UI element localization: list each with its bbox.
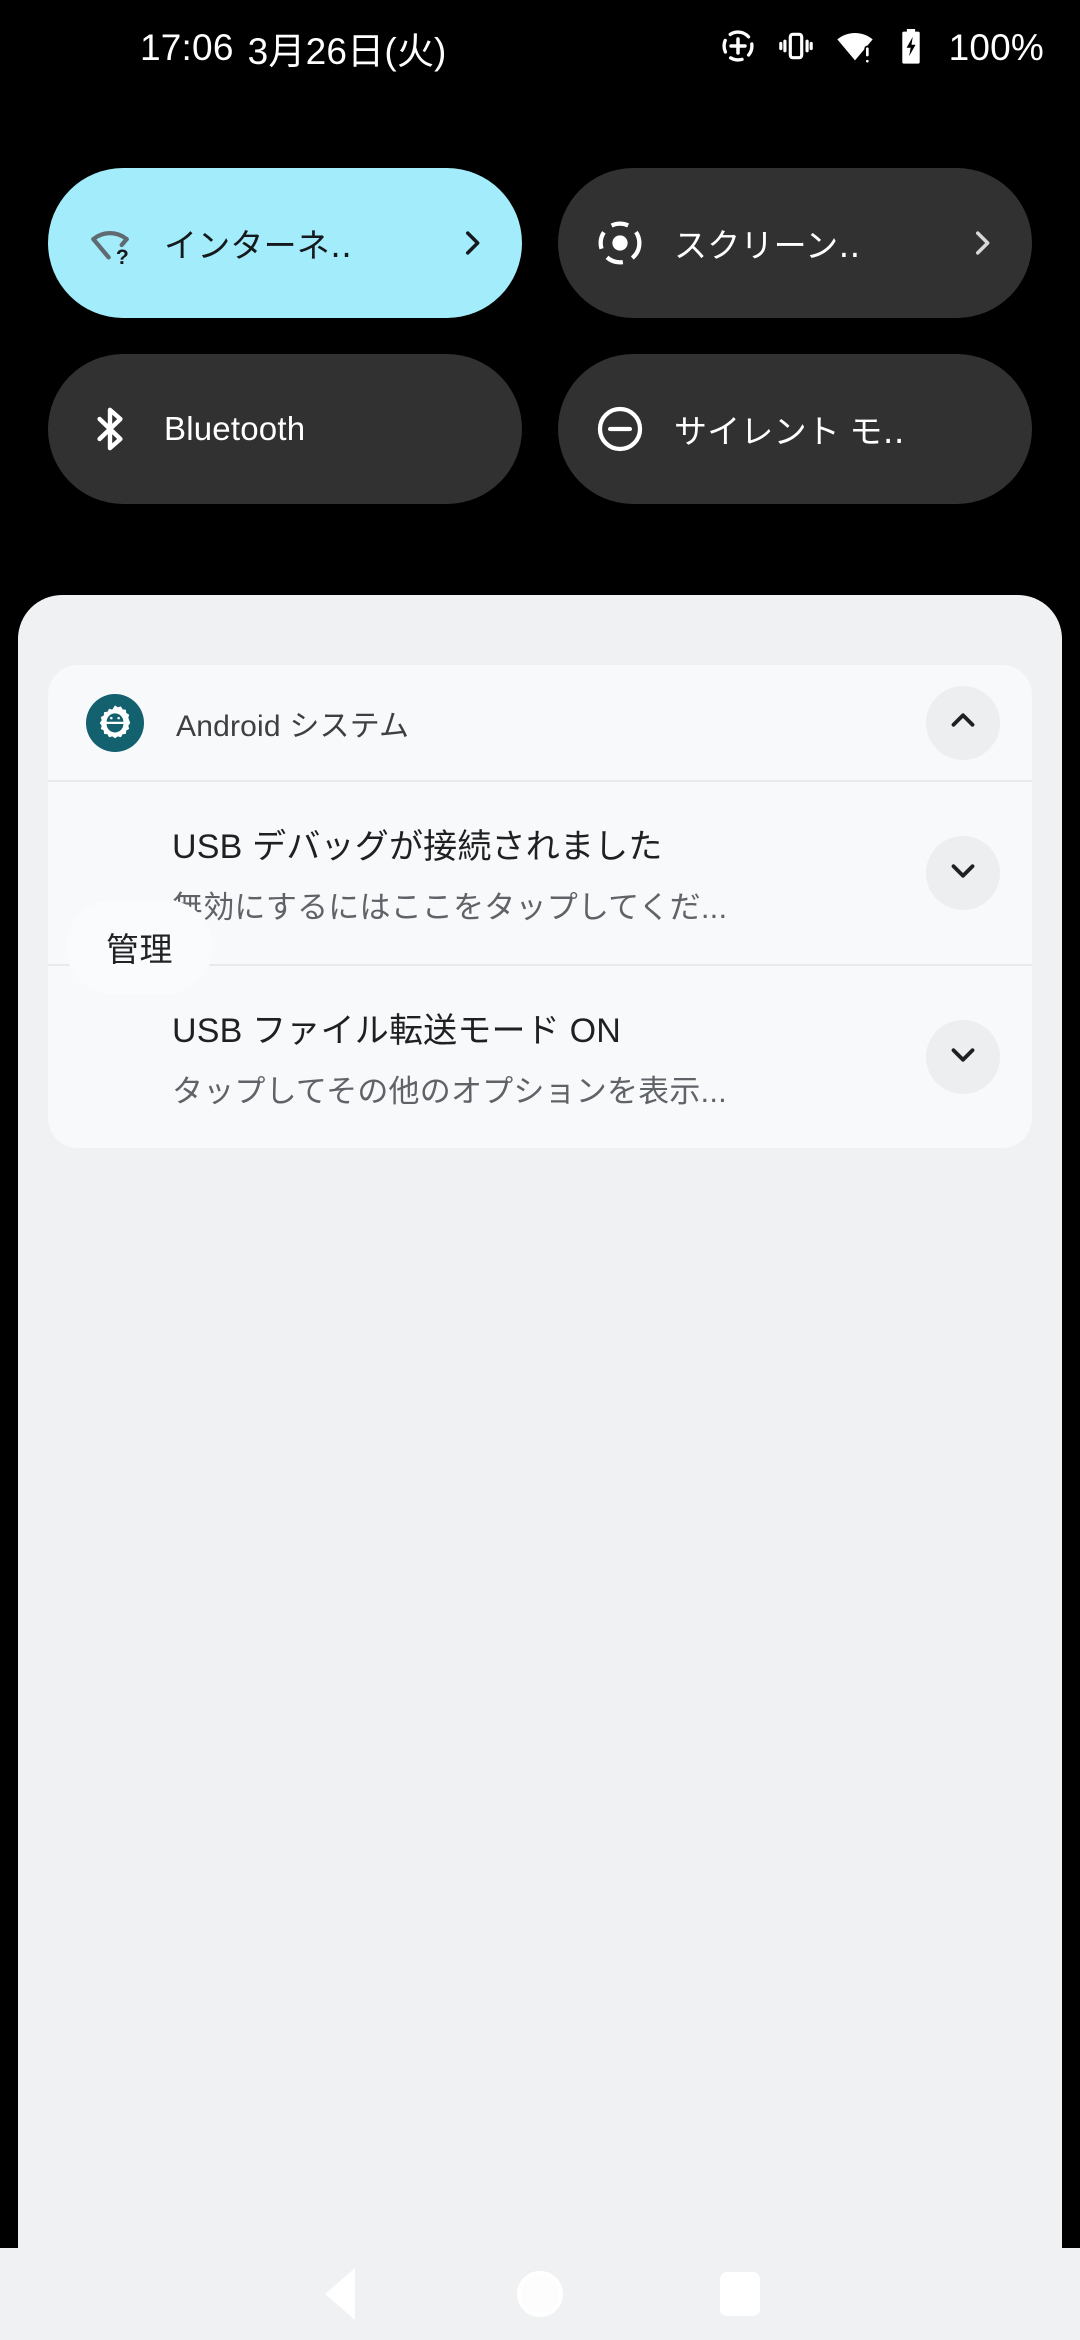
chevron-right-icon[interactable] [962, 223, 1002, 263]
expand-notification-button[interactable] [926, 836, 1000, 910]
do-not-disturb-icon [592, 401, 648, 457]
manage-button-label: 管理 [106, 931, 173, 968]
manage-notifications-button[interactable]: 管理 [66, 900, 213, 994]
status-bar-icons: 100% [719, 0, 1044, 96]
status-bar: 17:06 3月26日(火) 100% [0, 0, 1080, 96]
bluetooth-icon [82, 401, 138, 457]
notification-body: タップしてその他のオプションを表示... [172, 1074, 727, 1109]
notification-app-name: Android システム [176, 709, 410, 743]
chevron-up-icon [944, 701, 982, 744]
nav-home-button[interactable] [440, 2248, 640, 2340]
notification-group-card: Android システム USB デバッグが接続されました 無効にするにはここを… [48, 665, 1032, 1148]
phone-screen: 17:06 3月26日(火) 100% ? インターネ‥ スクリーン‥ Blue… [0, 0, 1080, 2340]
navigation-bar [0, 2248, 1080, 2340]
qs-tile-bluetooth[interactable]: Bluetooth [48, 354, 522, 504]
recents-square-icon [720, 2272, 760, 2316]
svg-text:?: ? [116, 246, 129, 269]
chevron-down-icon [944, 852, 982, 895]
nav-back-button[interactable] [240, 2248, 440, 2340]
nav-recents-button[interactable] [640, 2248, 840, 2340]
notification-body: 無効にするにはここをタップしてくだ... [172, 890, 728, 925]
collapse-group-button[interactable] [926, 685, 1000, 760]
qs-tile-internet-label: インターネ‥ [164, 227, 353, 264]
back-triangle-icon [325, 2268, 355, 2320]
chevron-down-icon [944, 1036, 982, 1079]
vibrate-icon [777, 27, 815, 70]
notification-shade: Android システム USB デバッグが接続されました 無効にするにはここを… [18, 595, 1062, 2248]
chevron-right-icon[interactable] [452, 223, 492, 263]
status-time: 17:06 [140, 27, 234, 68]
notification-row[interactable]: USB ファイル転送モード ON タップしてその他のオプションを表示... [48, 966, 1032, 1148]
notification-title: USB ファイル転送モード ON [172, 1012, 622, 1050]
qs-tile-silent-mode-label: サイレント モ‥ [674, 413, 905, 450]
qs-tile-screen-record-label: スクリーン‥ [674, 227, 861, 264]
expand-notification-button[interactable] [926, 1020, 1000, 1094]
battery-charging-icon [895, 27, 927, 70]
qs-tile-bluetooth-label: Bluetooth [164, 410, 306, 447]
android-system-gear-icon [86, 693, 144, 752]
notification-group-header[interactable]: Android システム [48, 665, 1032, 780]
battery-percentage: 100% [948, 27, 1044, 68]
notification-title: USB デバッグが接続されました [172, 828, 663, 866]
screen-record-icon [592, 215, 648, 271]
location-crosshair-icon [719, 27, 757, 70]
wifi-no-internet-icon [835, 26, 875, 71]
qs-tile-silent-mode[interactable]: サイレント モ‥ [558, 354, 1032, 504]
qs-tile-screen-record[interactable]: スクリーン‥ [558, 168, 1032, 318]
home-circle-icon [517, 2271, 563, 2317]
quick-settings-grid: ? インターネ‥ スクリーン‥ Bluetooth サイレント モ‥ [48, 168, 1032, 504]
status-bar-clock-date: 17:06 3月26日(火) [140, 0, 447, 96]
status-date: 3月26日(火) [247, 31, 447, 72]
qs-tile-internet[interactable]: ? インターネ‥ [48, 168, 522, 318]
wifi-question-icon: ? [82, 215, 138, 271]
